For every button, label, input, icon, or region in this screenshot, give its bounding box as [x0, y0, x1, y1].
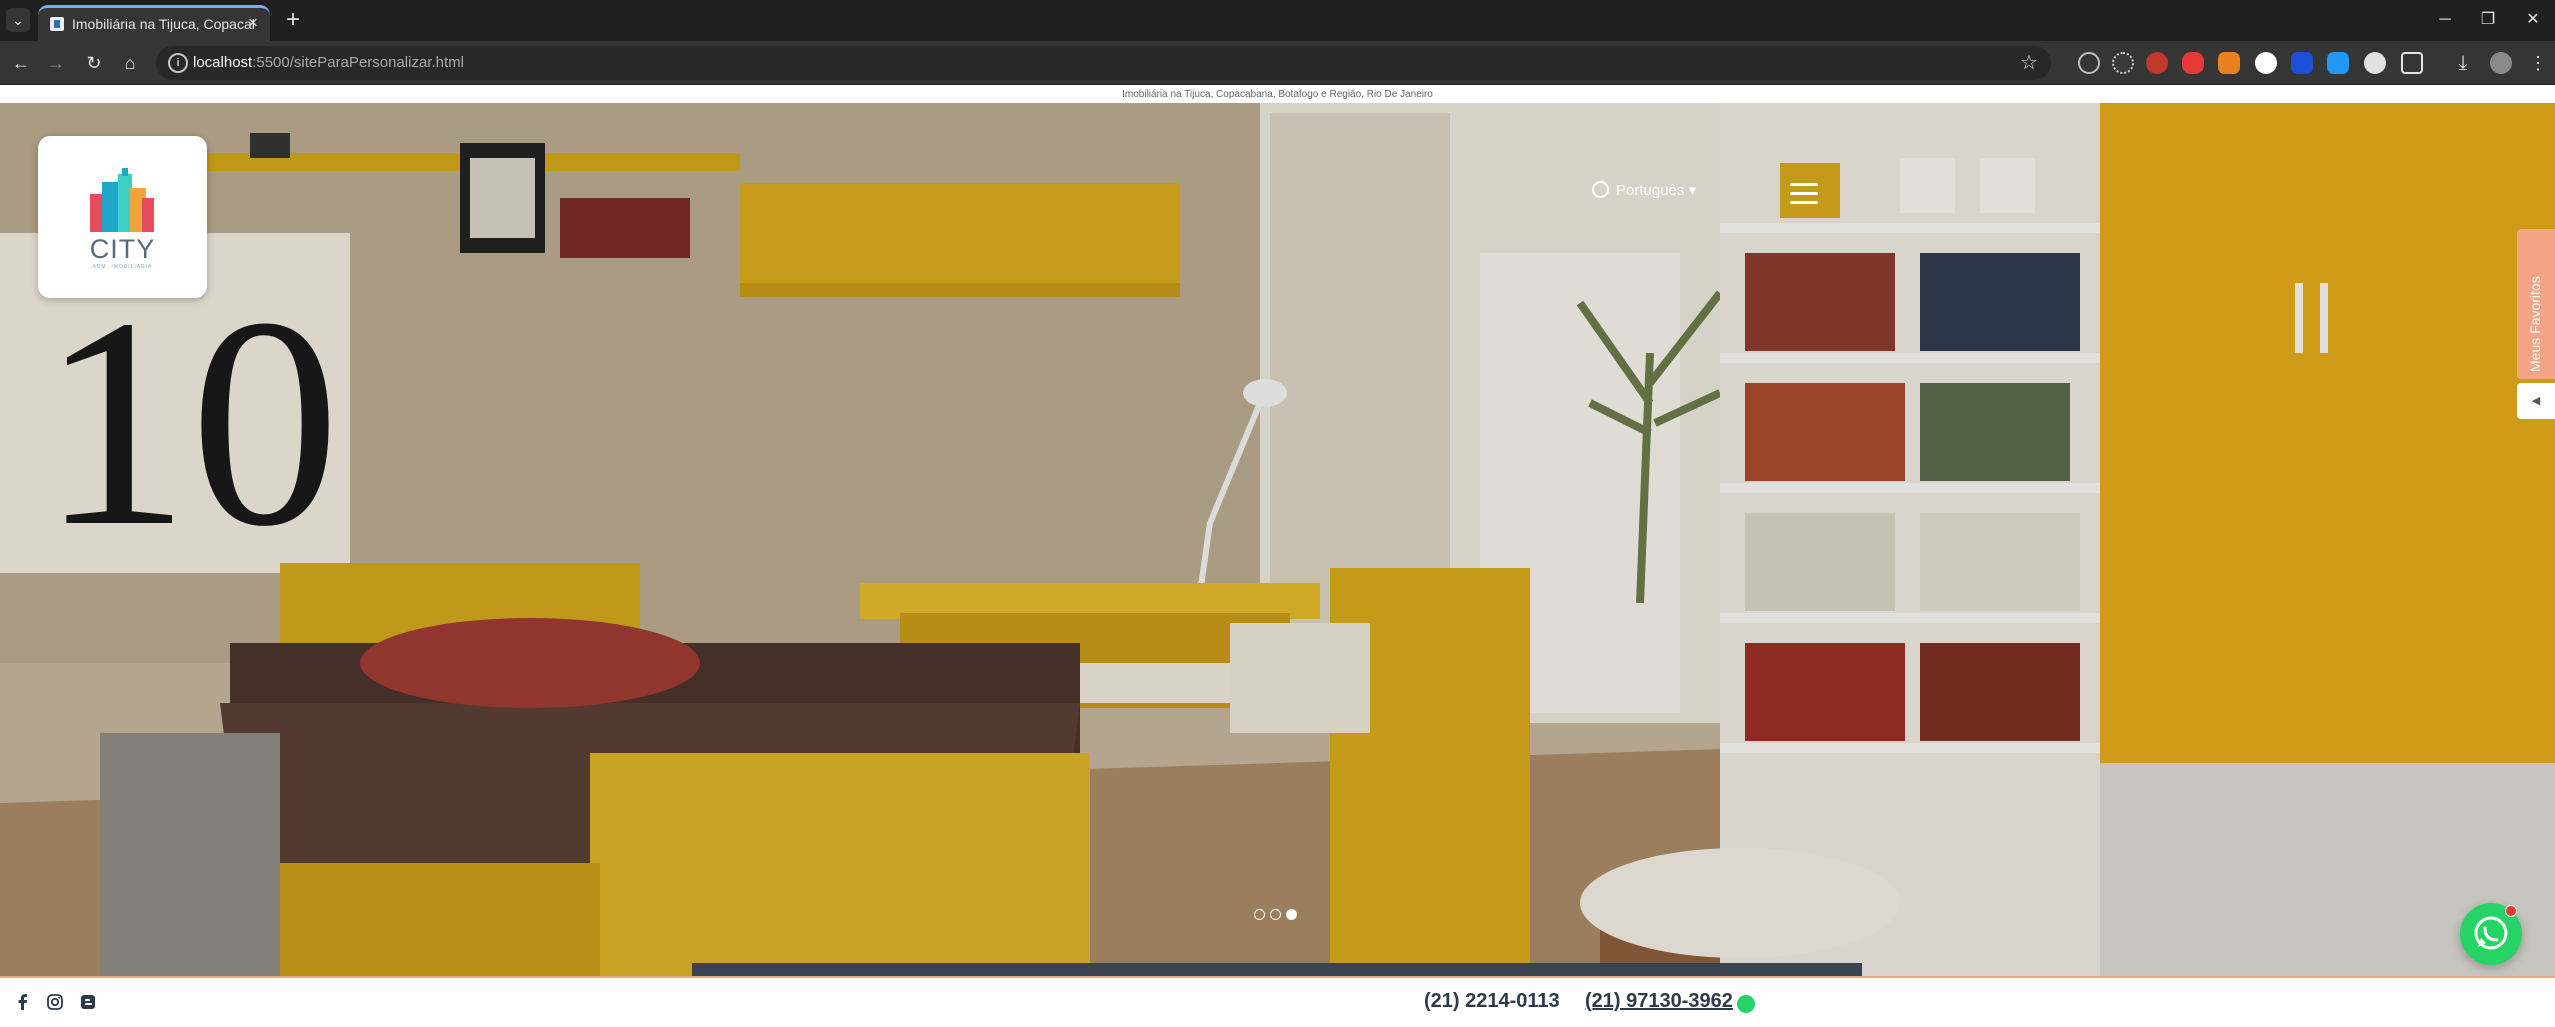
forward-icon[interactable]: → [43, 50, 69, 76]
hero-slider: 10 CITY ADM. IMOBILIÁRIA Português ▾ [0, 103, 2555, 976]
new-tab-button[interactable]: + [280, 8, 306, 34]
language-label: Português [1616, 182, 1685, 199]
slider-dot-active[interactable] [1286, 909, 1297, 920]
phone-number[interactable]: (21) 2214-0113 [1424, 990, 1560, 1013]
logo-name: CITY [89, 234, 156, 264]
extension-icon[interactable] [2327, 52, 2349, 74]
tab-title: Imobiliária na Tijuca, Copacaba [72, 16, 254, 32]
caret-down-icon: ▾ [1688, 182, 1697, 199]
slider-dot[interactable] [1254, 909, 1265, 920]
city-buildings-icon [90, 168, 154, 232]
slider-dot[interactable] [1270, 909, 1281, 920]
hero-bedroom-photo: 10 [0, 103, 2555, 976]
browser-toolbar: ← → ↻ ⌂ i localhost:5500/siteParaPersona… [0, 41, 2555, 85]
site-tagline: Imobiliária na Tijuca, Copacabana, Botaf… [0, 86, 2555, 103]
download-icon[interactable]: ⤓ [2452, 52, 2474, 74]
extension-icon[interactable] [2146, 52, 2168, 74]
language-selector[interactable]: Português ▾ [1592, 180, 1696, 202]
restore-icon[interactable]: ❐ [2469, 6, 2507, 34]
facebook-icon[interactable] [14, 993, 32, 1011]
instagram-icon[interactable] [46, 993, 64, 1011]
extension-icon[interactable] [2255, 52, 2277, 74]
address-bar[interactable]: i localhost:5500/siteParaPersonalizar.ht… [156, 46, 2051, 80]
logo-subtitle: ADM. IMOBILIÁRIA [92, 264, 153, 270]
tab-favicon-icon [50, 17, 64, 31]
url-text[interactable]: localhost:5500/siteParaPersonalizar.html [193, 54, 464, 71]
tab-search-button[interactable]: ⌄ [6, 8, 30, 32]
browser-tab-strip: ⌄ Imobiliária na Tijuca, Copacaba × + ─ … [0, 0, 2555, 41]
footer-bar: (21) 2214-0113 (21) 97130-3962 [0, 976, 2555, 1027]
home-icon[interactable]: ⌂ [117, 50, 143, 76]
site-info-icon[interactable]: i [168, 53, 188, 73]
window-close-icon[interactable]: ✕ [2514, 6, 2552, 34]
profile-avatar[interactable] [2490, 52, 2512, 74]
extension-icon[interactable] [2364, 52, 2386, 74]
extension-icon[interactable] [2112, 52, 2134, 74]
favorites-toggle-arrow-icon[interactable]: ◀ [2517, 383, 2555, 419]
web-page: Imobiliária na Tijuca, Copacabana, Botaf… [0, 86, 2555, 1027]
whatsapp-phone-link[interactable]: (21) 97130-3962 [1585, 990, 1733, 1013]
blogger-icon[interactable] [79, 993, 97, 1011]
extension-icon[interactable] [2291, 52, 2313, 74]
browser-menu-icon[interactable]: ⋮ [2527, 52, 2549, 74]
back-icon[interactable]: ← [8, 50, 34, 76]
slider-progress-bar [692, 963, 1862, 976]
tab-close-icon[interactable]: × [244, 14, 262, 32]
globe-icon [1592, 181, 1609, 198]
metamask-icon[interactable] [2218, 52, 2240, 74]
extension-icon[interactable] [2078, 52, 2100, 74]
extensions-puzzle-icon[interactable] [2401, 52, 2423, 74]
reload-icon[interactable]: ↻ [81, 50, 107, 76]
minimize-icon[interactable]: ─ [2426, 6, 2464, 34]
site-logo[interactable]: CITY ADM. IMOBILIÁRIA [38, 136, 207, 298]
extension-icon[interactable] [2182, 52, 2204, 74]
whatsapp-small-icon [1737, 995, 1755, 1013]
active-tab[interactable]: Imobiliária na Tijuca, Copacaba × [38, 5, 270, 41]
notification-badge [2505, 905, 2517, 917]
favorites-tab-label: Meus Favoritos [2527, 276, 2543, 372]
bookmark-star-icon[interactable]: ☆ [2017, 51, 2041, 75]
hamburger-menu-icon[interactable] [1790, 183, 1818, 205]
favorites-side-tab[interactable]: Meus Favoritos [2517, 229, 2555, 379]
